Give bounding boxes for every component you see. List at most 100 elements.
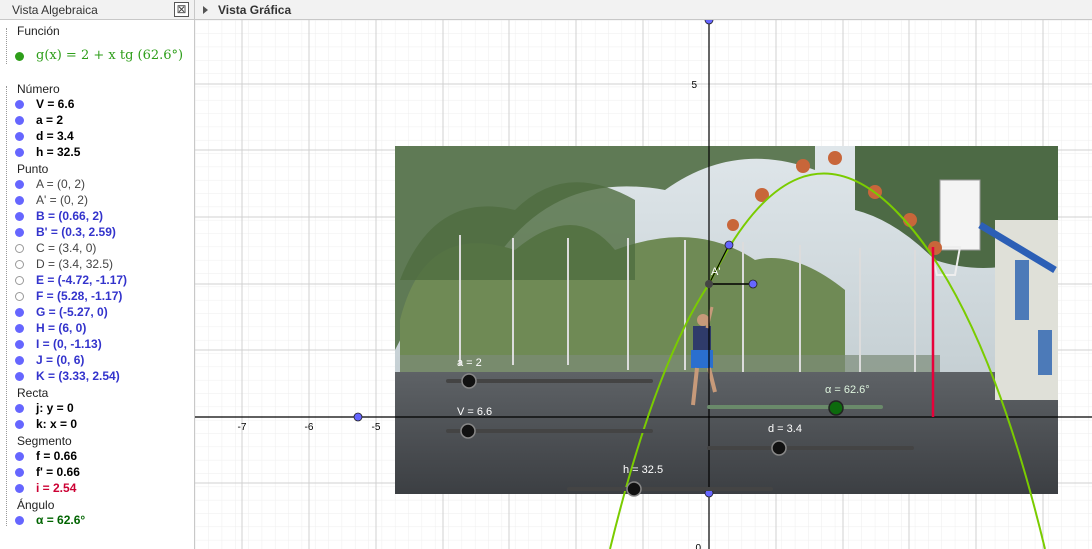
number-a[interactable]: a = 2: [36, 112, 63, 128]
slider-alpha-handle[interactable]: [828, 400, 844, 416]
visibility-toggle[interactable]: [15, 323, 24, 333]
category-recta[interactable]: Recta: [17, 385, 48, 401]
visibility-toggle[interactable]: [15, 355, 24, 365]
algebra-item-F[interactable]: F = (5.28, -1.17): [15, 288, 122, 304]
visibility-toggle[interactable]: [15, 211, 24, 221]
visibility-toggle[interactable]: [15, 467, 24, 477]
point-A-prime[interactable]: A' = (0, 2): [36, 192, 88, 208]
slider-V-handle[interactable]: [460, 423, 476, 439]
line-j[interactable]: j: y = 0: [36, 400, 74, 416]
point-B[interactable]: [748, 279, 758, 289]
algebra-item-D[interactable]: D = (3.4, 32.5): [15, 256, 113, 272]
visibility-toggle[interactable]: [15, 227, 24, 237]
point-E[interactable]: E = (-4.72, -1.17): [36, 272, 127, 288]
point-A-prime[interactable]: [705, 280, 713, 288]
point-A[interactable]: A = (0, 2): [36, 176, 85, 192]
angle-alpha[interactable]: α = 62.6°: [36, 512, 85, 528]
graphics-canvas[interactable]: -7 -6 -5 5 0 A' a = 2 V = 6.6 α = 62.6° …: [195, 20, 1092, 549]
x-tick-label: -6: [305, 422, 314, 433]
segment-f[interactable]: f = 0.66: [36, 448, 77, 464]
visibility-toggle[interactable]: [15, 403, 24, 413]
algebra-item-d[interactable]: d = 3.4: [15, 128, 74, 144]
algebra-item-H[interactable]: H = (6, 0): [15, 320, 86, 336]
tree-line: [6, 28, 7, 64]
algebra-item-B[interactable]: B = (0.66, 2): [15, 208, 103, 224]
number-d[interactable]: d = 3.4: [36, 128, 74, 144]
algebra-item-V[interactable]: V = 6.6: [15, 96, 74, 112]
visibility-toggle[interactable]: [15, 131, 24, 141]
point-K[interactable]: K = (3.33, 2.54): [36, 368, 120, 384]
segment-i[interactable]: i = 2.54: [36, 480, 76, 496]
visibility-toggle[interactable]: [15, 483, 24, 493]
visibility-toggle[interactable]: [15, 307, 24, 317]
algebra-item-B-prime[interactable]: B' = (0.3, 2.59): [15, 224, 116, 240]
visibility-toggle[interactable]: [15, 115, 24, 125]
point-C[interactable]: C = (3.4, 0): [36, 240, 96, 256]
visibility-toggle[interactable]: [15, 179, 24, 189]
number-V[interactable]: V = 6.6: [36, 96, 74, 112]
algebra-item-E[interactable]: E = (-4.72, -1.17): [15, 272, 127, 288]
point-H[interactable]: H = (6, 0): [36, 320, 86, 336]
line-k[interactable]: k: x = 0: [36, 416, 77, 432]
category-punto[interactable]: Punto: [17, 161, 48, 177]
number-h[interactable]: h = 32.5: [36, 144, 80, 160]
algebra-item-k[interactable]: k: x = 0: [15, 416, 77, 432]
algebra-item-G[interactable]: G = (-5.27, 0): [15, 304, 108, 320]
algebra-item-h[interactable]: h = 32.5: [15, 144, 80, 160]
visibility-toggle[interactable]: [15, 243, 24, 253]
visibility-toggle[interactable]: [15, 259, 24, 269]
slider-a-handle[interactable]: [461, 373, 477, 389]
point-J[interactable]: J = (0, 6): [36, 352, 84, 368]
algebra-item-i[interactable]: i = 2.54: [15, 480, 76, 496]
point-G[interactable]: [353, 412, 363, 422]
y-tick-label: 0: [695, 543, 701, 549]
algebra-item-f[interactable]: f = 0.66: [15, 448, 77, 464]
x-tick-label: -5: [372, 422, 381, 433]
category-numero[interactable]: Número: [17, 81, 60, 97]
point-D[interactable]: D = (3.4, 32.5): [36, 256, 113, 272]
slider-d-handle[interactable]: [771, 440, 787, 456]
visibility-toggle[interactable]: [15, 419, 24, 429]
algebra-item-A[interactable]: A = (0, 2): [15, 176, 85, 192]
algebra-item-g[interactable]: g(x) = 2 + x tg (62.6°): [15, 48, 183, 64]
visibility-toggle[interactable]: [15, 99, 24, 109]
category-segmento[interactable]: Segmento: [17, 433, 72, 449]
algebra-item-K[interactable]: K = (3.33, 2.54): [15, 368, 120, 384]
triangle-right-icon[interactable]: [203, 5, 208, 14]
algebra-view: Vista Algebraica ⊠ Función g(x) = 2 + x …: [0, 0, 195, 549]
algebra-item-I[interactable]: I = (0, -1.13): [15, 336, 102, 352]
visibility-toggle[interactable]: [15, 451, 24, 461]
segment-f-prime[interactable]: f' = 0.66: [36, 464, 80, 480]
slider-V-label: V = 6.6: [457, 406, 492, 418]
algebra-item-A-prime[interactable]: A' = (0, 2): [15, 192, 88, 208]
visibility-toggle[interactable]: [15, 291, 24, 301]
visibility-toggle[interactable]: [15, 339, 24, 349]
x-tick-label: -7: [238, 422, 247, 433]
point-F[interactable]: F = (5.28, -1.17): [36, 288, 122, 304]
point-B[interactable]: B = (0.66, 2): [36, 208, 103, 224]
point-B-prime[interactable]: B' = (0.3, 2.59): [36, 224, 116, 240]
visibility-toggle[interactable]: [15, 51, 24, 61]
close-icon[interactable]: ⊠: [174, 2, 189, 17]
algebra-item-j[interactable]: j: y = 0: [15, 400, 74, 416]
point-label-A-prime: A': [711, 266, 720, 278]
visibility-toggle[interactable]: [15, 195, 24, 205]
point-I[interactable]: I = (0, -1.13): [36, 336, 102, 352]
point-B-prime[interactable]: [724, 240, 734, 250]
algebra-item-a[interactable]: a = 2: [15, 112, 63, 128]
visibility-toggle[interactable]: [15, 515, 24, 525]
slider-h-handle[interactable]: [626, 481, 642, 497]
tree-line: [6, 86, 7, 526]
visibility-toggle[interactable]: [15, 275, 24, 285]
graphics-view: Vista Gráfica -7 -6 -5 5 0 A' a = 2 V = …: [195, 0, 1092, 549]
category-funcion[interactable]: Función: [17, 23, 60, 39]
algebra-item-C[interactable]: C = (3.4, 0): [15, 240, 96, 256]
algebra-item-alpha[interactable]: α = 62.6°: [15, 512, 85, 528]
function-g[interactable]: g(x) = 2 + x tg (62.6°): [36, 48, 183, 64]
visibility-toggle[interactable]: [15, 147, 24, 157]
point-G[interactable]: G = (-5.27, 0): [36, 304, 108, 320]
category-angulo[interactable]: Ángulo: [17, 497, 54, 513]
algebra-item-f-prime[interactable]: f' = 0.66: [15, 464, 80, 480]
algebra-item-J[interactable]: J = (0, 6): [15, 352, 84, 368]
visibility-toggle[interactable]: [15, 371, 24, 381]
